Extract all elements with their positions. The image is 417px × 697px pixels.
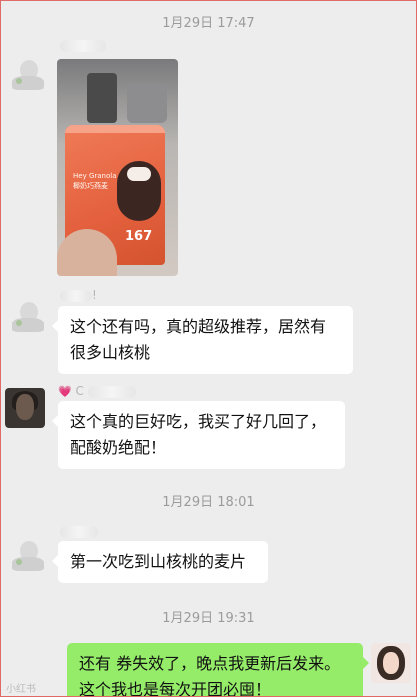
timestamp: 1月29日 17:47 (162, 16, 255, 31)
message-text: 配酸奶绝配！ (70, 438, 167, 457)
heart-icon: 💗 (58, 385, 72, 398)
sender-name: ! (60, 288, 97, 302)
avatar[interactable] (8, 296, 48, 336)
avatar[interactable] (5, 388, 45, 428)
chat-bubble[interactable]: 这个还有吗，真的超级推荐，居然有 很多山核桃 (52, 306, 353, 374)
timestamp: 1月29日 19:31 (162, 611, 255, 626)
message-text: 这个还有吗，真的超级推荐，居然有 (70, 317, 327, 336)
message-text: 很多山核桃 (70, 343, 151, 362)
timestamp: 1月29日 18:01 (162, 495, 255, 510)
message-text: 第一次吃到山核桃的麦片 (70, 552, 247, 571)
message-text: 这个真的巨好吃，我买了好几回了， (70, 412, 327, 431)
avatar[interactable] (8, 54, 48, 94)
sender-name (60, 38, 106, 52)
watermark: 小红书 (6, 684, 36, 695)
message-photo[interactable]: Hey Granola 椰奶巧燕麦 167 (57, 59, 178, 276)
sender-name (60, 524, 98, 538)
chat-bubble[interactable]: 这个真的巨好吃，我买了好几回了， 配酸奶绝配！ (52, 401, 345, 469)
avatar[interactable] (8, 535, 48, 575)
self-avatar[interactable] (371, 643, 411, 683)
chat-bubble[interactable]: 第一次吃到山核桃的麦片 (52, 541, 268, 583)
message-text: 还有 券失效了，晚点我更新后发来。 (79, 654, 341, 673)
chat-bubble-self[interactable]: 还有 券失效了，晚点我更新后发来。 这个我也是每次开团必囤！ (67, 643, 369, 697)
sender-name: 💗 C (58, 384, 136, 398)
message-text: 这个我也是每次开团必囤！ (79, 680, 272, 697)
